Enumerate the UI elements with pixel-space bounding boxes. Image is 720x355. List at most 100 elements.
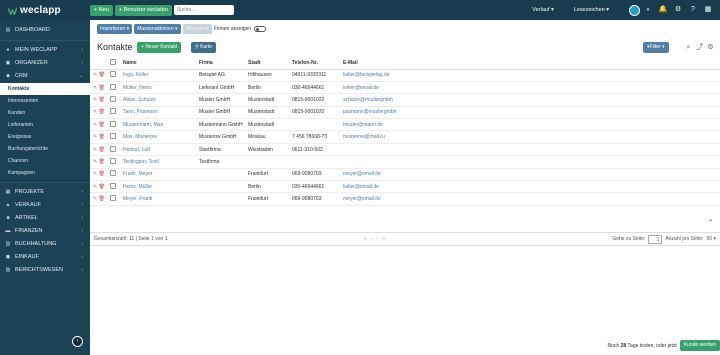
sidebar-item-berichtswesen[interactable]: ▧ BERICHTSWESEN › xyxy=(0,264,90,277)
chevron-down-icon[interactable]: ⌄ xyxy=(708,216,713,223)
cell-mail[interactable]: pasmann@mustergmbh xyxy=(343,106,720,120)
new-contact-button[interactable]: + Neuer Kontakt xyxy=(137,42,182,53)
cell-name[interactable]: Alitas, Schulze xyxy=(123,93,199,107)
share-icon[interactable]: ⤴ xyxy=(694,42,705,53)
delete-icon[interactable]: 🗑 xyxy=(99,72,105,78)
delete-icon[interactable]: 🗑 xyxy=(99,171,105,177)
sidebar-subitem-kontakte[interactable]: Kontakte xyxy=(0,83,90,95)
row-checkbox[interactable] xyxy=(110,83,116,90)
sidebar-subitem-kampagnen[interactable]: Kampagnen xyxy=(0,167,90,179)
cell-mail[interactable]: schulze@mustergmbh xyxy=(343,93,720,107)
column-header-email[interactable]: E-Mail xyxy=(343,58,720,70)
column-header-firma[interactable]: Firma xyxy=(199,58,248,70)
avatar[interactable] xyxy=(629,4,640,16)
delete-icon[interactable]: 🗑 xyxy=(99,134,105,140)
row-checkbox[interactable] xyxy=(110,170,116,177)
sidebar-subitem-interessenten[interactable]: Interessenten xyxy=(0,95,90,107)
sidebar-item-finanzen[interactable]: ▬ FINANZEN › xyxy=(0,225,90,238)
bell-icon[interactable]: 🔔 xyxy=(657,4,669,16)
sidebar-subitem-lieferanten[interactable]: Lieferanten xyxy=(0,119,90,131)
filter-button[interactable]: ▾Filter ▾ xyxy=(643,42,669,53)
chevron-down-icon[interactable]: ▾ xyxy=(642,4,654,16)
edit-icon[interactable]: ✎ xyxy=(93,134,97,140)
sidebar-item-crm[interactable]: ◆ CRM ⌄ xyxy=(0,70,90,83)
edit-icon[interactable]: ✎ xyxy=(93,122,97,128)
cell-name[interactable]: Max, Musterow xyxy=(123,130,199,144)
help-icon[interactable]: ? xyxy=(687,4,699,16)
edit-icon[interactable]: ✎ xyxy=(93,196,97,202)
cell-name[interactable]: Ingo, Köller xyxy=(123,69,199,82)
cell-name[interactable]: Meyer, Frank xyxy=(123,192,199,206)
edit-icon[interactable]: ✎ xyxy=(93,85,97,91)
cell-name[interactable]: Tann, Pasmann xyxy=(123,106,199,120)
cell-mail[interactable]: meyer@email.de xyxy=(343,168,720,182)
row-checkbox[interactable] xyxy=(110,71,116,78)
table-row[interactable]: ✎ 🗑 Testington, Testl Testfirma xyxy=(90,155,720,169)
column-header-name[interactable]: Name xyxy=(123,58,199,70)
cell-name[interactable]: Frank, Meyer xyxy=(123,168,199,182)
cell-mail[interactable] xyxy=(343,155,720,169)
column-header-telefon[interactable]: Telefon-Nr. xyxy=(292,58,343,70)
edit-icon[interactable]: ✎ xyxy=(93,97,97,103)
invite-user-button[interactable]: + Benutzer einladen xyxy=(114,4,172,16)
sidebar-item-einkauf[interactable]: ◼ EINKAUF › xyxy=(0,251,90,264)
row-checkbox[interactable] xyxy=(110,157,116,164)
edit-icon[interactable]: ✎ xyxy=(93,159,97,165)
table-row[interactable]: ✎ 🗑 Mustermann, Max Mustermann GmbH Musters… xyxy=(90,118,720,132)
weclapp-logo[interactable]: weclapp xyxy=(0,5,90,16)
delete-icon[interactable]: 🗑 xyxy=(99,97,105,103)
sidebar-item-buchhaltung[interactable]: ▥ BUCHHALTUNG › xyxy=(0,238,90,251)
edit-icon[interactable]: ✎ xyxy=(93,72,97,78)
new-button[interactable]: + Neu xyxy=(90,4,113,16)
sidebar-item-verkauf[interactable]: ▲ VERKAUF › xyxy=(0,199,90,212)
delete-icon[interactable]: 🗑 xyxy=(99,159,105,165)
actions-dropdown[interactable]: Aktionen ▾ xyxy=(182,24,212,34)
cell-name[interactable]: Mustermann, Max xyxy=(123,118,199,132)
last-page-icon[interactable]: ⇥ xyxy=(381,236,388,242)
row-checkbox[interactable] xyxy=(110,108,116,115)
apps-grid-icon[interactable]: ▦ xyxy=(702,4,714,16)
settings-icon[interactable]: ⚙ xyxy=(705,42,716,53)
sidebar-item-artikel[interactable]: ■ ARTIKEL › xyxy=(0,212,90,225)
sidebar-subitem-kunden[interactable]: Kunden xyxy=(0,107,90,119)
row-checkbox[interactable] xyxy=(110,182,116,189)
cell-name[interactable]: Müller, Heinz xyxy=(123,81,199,95)
cell-mail[interactable]: musterow@mail.ru xyxy=(343,130,720,144)
row-checkbox[interactable] xyxy=(110,195,116,202)
table-row[interactable]: ✎ 🗑 Meyer, Frank Frankfurt 069-9080703 meyer… xyxy=(90,192,720,206)
sidebar-subitem-ereignisse[interactable]: Ereignisse xyxy=(0,131,90,143)
cell-name[interactable]: Helmut, Luft xyxy=(123,143,199,157)
sidebar-item-dashboard[interactable]: ▤ DASHBOARD xyxy=(0,24,90,37)
import-dropdown[interactable]: Importieren ▾ xyxy=(97,24,133,34)
row-checkbox[interactable] xyxy=(110,145,116,152)
sidebar-subitem-chancen[interactable]: Chancen xyxy=(0,155,90,167)
history-menu[interactable]: Verlauf ▾ xyxy=(532,7,553,13)
row-checkbox[interactable] xyxy=(110,133,116,140)
delete-icon[interactable]: 🗑 xyxy=(99,109,105,115)
table-row[interactable]: ✎ 🗑 Tann, Pasmann Muster GmbH Musterstadt 08… xyxy=(90,106,720,120)
gear-icon[interactable]: ⚙ xyxy=(672,4,684,16)
table-row[interactable]: ✎ 🗑 Ingo, Köller Beispiel AG Hilthausen 0491… xyxy=(90,69,720,82)
delete-icon[interactable]: 🗑 xyxy=(99,196,105,202)
cell-mail[interactable]: koller@email.de xyxy=(343,81,720,95)
table-row[interactable]: ✎ 🗑 Heinz, Müller Berlin 030-46644661 koller… xyxy=(90,180,720,194)
edit-icon[interactable]: ✎ xyxy=(93,184,97,190)
table-row[interactable]: ✎ 🗑 Alitas, Schulze Muster GmbH Musterstadt… xyxy=(90,93,720,107)
edit-icon[interactable]: ✎ xyxy=(93,109,97,115)
sidebar-item-mein-weclapp[interactable]: ● MEIN WECLAPP › xyxy=(0,44,90,57)
select-all-checkbox[interactable] xyxy=(110,59,116,66)
delete-icon[interactable]: 🗑 xyxy=(99,122,105,128)
table-row[interactable]: ✎ 🗑 Müller, Heinz Lieferant GmbH Berlin 030-… xyxy=(90,81,720,95)
cell-name[interactable]: Testington, Testl xyxy=(123,155,199,169)
collapse-sidebar-button[interactable]: ‹ xyxy=(72,336,83,347)
table-row[interactable]: ✎ 🗑 Max, Musterow Musterow GmbH Moskau 7 456… xyxy=(90,130,720,144)
sidebar-item-organizer[interactable]: ▣ ORGANIZER › xyxy=(0,57,90,70)
row-checkbox[interactable] xyxy=(110,120,116,127)
cell-mail[interactable]: meyer@email.de xyxy=(343,192,720,206)
table-row[interactable]: ✎ 🗑 Frank, Meyer Frankfurt 069-9080703 meyer… xyxy=(90,168,720,182)
become-customer-button[interactable]: Kunde werden xyxy=(679,340,720,351)
cell-mail[interactable]: muster@mann.de xyxy=(343,118,720,132)
delete-icon[interactable]: 🗑 xyxy=(99,147,105,153)
row-checkbox[interactable] xyxy=(110,95,116,102)
cell-mail[interactable]: koller@email.de xyxy=(343,180,720,194)
